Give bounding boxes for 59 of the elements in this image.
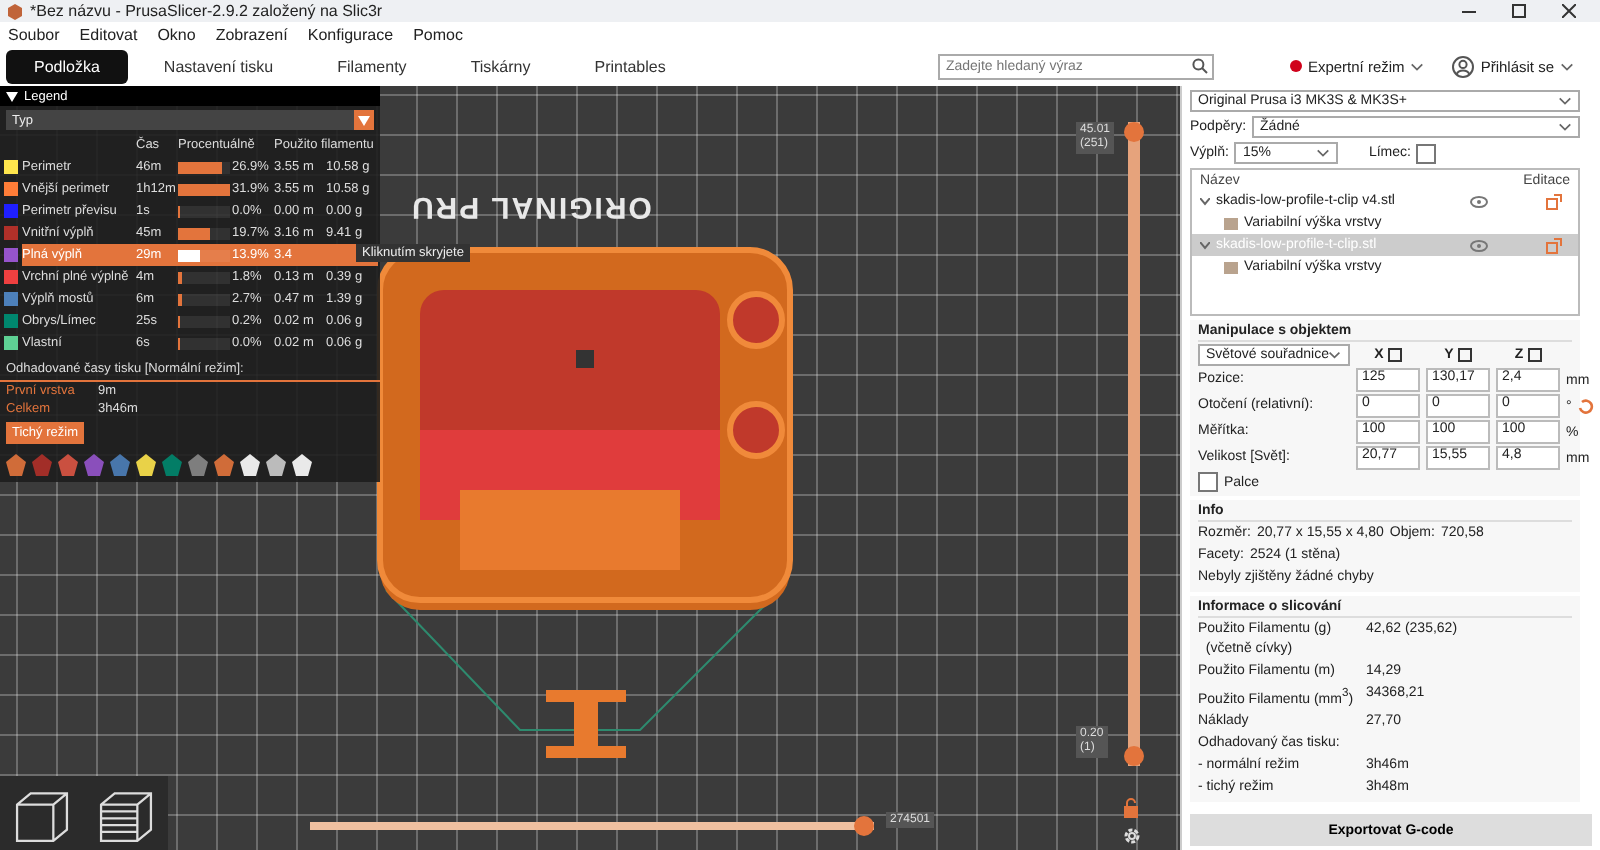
- menu-item[interactable]: Okno: [157, 25, 196, 43]
- caret-icon: [1558, 96, 1572, 106]
- close-icon[interactable]: [1562, 4, 1576, 18]
- menu-item[interactable]: Zobrazení: [215, 25, 288, 43]
- menu-item[interactable]: Konfigurace: [307, 25, 394, 43]
- feature-toggle-icon[interactable]: [266, 454, 286, 476]
- feature-toggle-icon[interactable]: [214, 454, 234, 476]
- layer-height-icon: [1224, 217, 1238, 229]
- collapse-icon[interactable]: [6, 91, 18, 101]
- menu-item[interactable]: Editovat: [79, 25, 138, 43]
- lock-icon[interactable]: [1122, 798, 1140, 818]
- feature-toggle-icon[interactable]: [240, 454, 260, 476]
- tab[interactable]: Nastavení tisku: [135, 49, 302, 83]
- slider-thumb[interactable]: [1124, 746, 1144, 766]
- dropdown-arrow-icon: [358, 115, 370, 125]
- settings-icon[interactable]: [1122, 826, 1142, 846]
- chevron-icon[interactable]: [1200, 241, 1210, 249]
- move-slider[interactable]: [310, 816, 874, 836]
- layer-height-icon: [1224, 261, 1238, 273]
- caret-icon: [1560, 61, 1574, 71]
- caret-icon: [1328, 350, 1342, 360]
- caret-icon: [1558, 122, 1572, 132]
- reset-icon[interactable]: [1577, 398, 1594, 414]
- checkbox[interactable]: [1416, 143, 1437, 163]
- eye-icon[interactable]: [1470, 195, 1488, 207]
- slider-thumb[interactable]: [1124, 122, 1144, 142]
- feature-toggle-icon[interactable]: [136, 454, 156, 476]
- menu-item[interactable]: Pomoc: [413, 25, 463, 43]
- search-icon: [1191, 58, 1208, 74]
- tab[interactable]: Tiskárny: [442, 49, 559, 83]
- menu-item[interactable]: Soubor: [8, 25, 60, 43]
- feature-toggle-icon[interactable]: [58, 454, 78, 476]
- app-logo-icon: [8, 3, 22, 19]
- eye-icon[interactable]: [1470, 239, 1488, 251]
- mode-dot-icon: [1289, 60, 1302, 72]
- layer-slider[interactable]: [1124, 122, 1144, 766]
- feature-toggle-icon[interactable]: [188, 454, 208, 476]
- feature-toggle-icon[interactable]: [162, 454, 182, 476]
- caret-icon: [1316, 148, 1331, 158]
- tab[interactable]: Printables: [566, 49, 694, 83]
- slider-thumb[interactable]: [854, 816, 874, 836]
- chevron-icon[interactable]: [1200, 197, 1210, 205]
- caret-icon: [1410, 61, 1425, 71]
- checkbox[interactable]: [1198, 472, 1218, 492]
- axis-icon: [1457, 348, 1472, 362]
- feature-toggle-icon[interactable]: [6, 454, 26, 476]
- window-title: *Bez názvu - PrusaSlicer-2.9.2 založený na Slic3r: [30, 2, 385, 20]
- feature-toggle-icon[interactable]: [292, 454, 312, 476]
- axis-icon: [1527, 348, 1542, 362]
- feature-toggle-icon[interactable]: [110, 454, 130, 476]
- edit-icon[interactable]: [1546, 193, 1562, 209]
- maximize-icon[interactable]: [1512, 4, 1526, 18]
- tab[interactable]: Podložka: [6, 49, 128, 83]
- feature-toggle-icon[interactable]: [32, 454, 52, 476]
- feature-toggle-icon[interactable]: [84, 454, 104, 476]
- axis-icon: [1387, 348, 1402, 362]
- tab[interactable]: Filamenty: [309, 49, 435, 83]
- bed-label: ORIGINAL PRU: [410, 190, 652, 224]
- user-icon: [1452, 55, 1475, 77]
